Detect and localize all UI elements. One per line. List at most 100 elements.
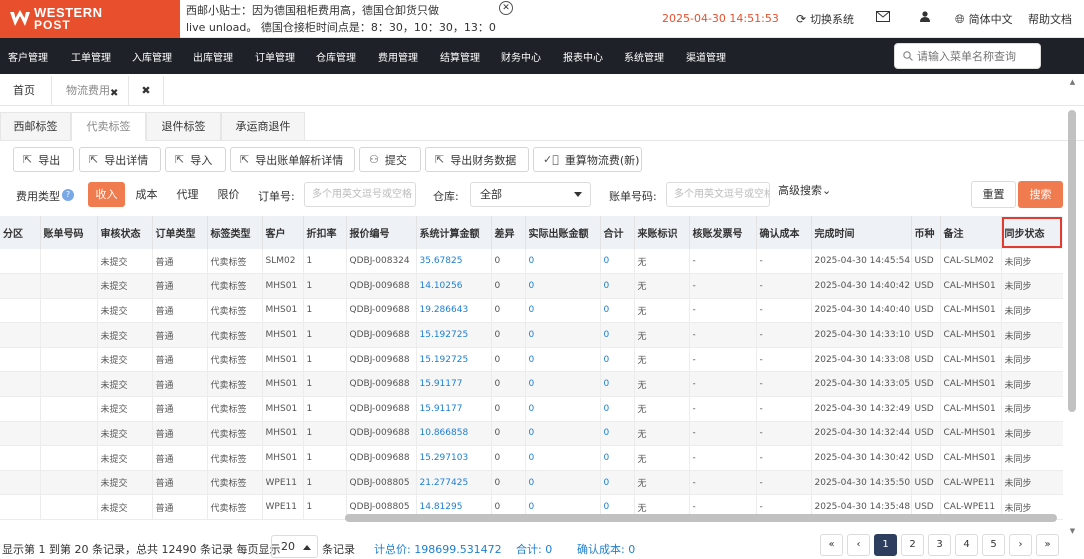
menu-item-report[interactable]: 报表中心 <box>563 49 603 64</box>
table-cell[interactable]: 0 <box>525 396 601 422</box>
table-cell[interactable]: 0 <box>525 298 601 324</box>
table-cell[interactable]: 0 <box>600 421 635 447</box>
column-header[interactable]: 报价编号 <box>346 216 417 249</box>
table-cell[interactable]: 21.277425 <box>416 470 492 496</box>
table-cell[interactable]: 0 <box>525 470 601 496</box>
prev-page-button[interactable]: ‹ <box>847 534 870 556</box>
table-row[interactable]: 未提交 普通 代卖标签 MHS01 1 QDBJ-009688 15.91177 0 0 0 无 - -… <box>0 396 1063 422</box>
search-button[interactable]: 搜索 <box>1018 181 1063 208</box>
menu-item-warehouse[interactable]: 仓库管理 <box>316 49 356 64</box>
vertical-scrollbar[interactable] <box>1068 110 1076 412</box>
export-button[interactable]: ⇱ 导出 <box>13 147 74 172</box>
table-cell[interactable]: 0 <box>525 347 601 373</box>
warehouse-select[interactable]: 全部 <box>470 182 591 207</box>
table-cell[interactable]: 0 <box>600 298 635 324</box>
column-header[interactable]: 差异 <box>491 216 526 249</box>
column-header[interactable]: 客户 <box>262 216 304 249</box>
table-row[interactable]: 未提交 普通 代卖标签 MHS01 1 QDBJ-009688 15.192725 0 0 0 无 -… <box>0 347 1063 373</box>
last-page-button[interactable]: » <box>1036 534 1059 556</box>
fee-type-cost[interactable]: 成本 <box>129 182 164 207</box>
export-bill-parse-button[interactable]: ⇱ 导出账单解析详情 <box>230 147 355 172</box>
switch-system-button[interactable]: ⟳ 切换系统 <box>796 11 854 27</box>
menu-item-inbound[interactable]: 入库管理 <box>132 49 172 64</box>
menu-item-customer[interactable]: 客户管理 <box>8 49 48 64</box>
page-1-button[interactable]: 1 <box>874 534 897 556</box>
subtab-carrier-return[interactable]: 承运商退件 <box>221 112 305 141</box>
column-header[interactable]: 同步状态 <box>1001 216 1063 249</box>
scroll-up-icon[interactable]: ▲ <box>1068 78 1077 86</box>
table-row[interactable]: 未提交 普通 代卖标签 MHS01 1 QDBJ-009688 15.297103 0 0 0 无 -… <box>0 445 1063 471</box>
fee-type-agent[interactable]: 代理 <box>170 182 205 207</box>
column-header[interactable]: 合计 <box>600 216 635 249</box>
help-icon[interactable]: ? <box>62 189 74 201</box>
menu-item-finance[interactable]: 财务中心 <box>501 49 541 64</box>
menu-item-workorder[interactable]: 工单管理 <box>71 49 111 64</box>
column-header[interactable]: 审核状态 <box>97 216 153 249</box>
table-cell[interactable]: 0 <box>600 445 635 471</box>
advanced-search-toggle[interactable]: 高级搜索⌄ <box>778 182 831 198</box>
table-row[interactable]: 未提交 普通 代卖标签 SLM02 1 QDBJ-008324 35.67825 0 0 0 无 - -… <box>0 249 1063 275</box>
menu-item-settlement[interactable]: 结算管理 <box>440 49 480 64</box>
table-row[interactable]: 未提交 普通 代卖标签 MHS01 1 QDBJ-009688 14.10256 0 0 0 无 - -… <box>0 273 1063 299</box>
column-header[interactable]: 确认成本 <box>756 216 812 249</box>
table-cell[interactable]: 0 <box>600 371 635 398</box>
table-cell[interactable]: 10.866858 <box>416 421 492 447</box>
table-cell[interactable]: 0 <box>600 396 635 422</box>
table-row[interactable]: 未提交 普通 代卖标签 MHS01 1 QDBJ-009688 19.286643 0 0 0 无 -… <box>0 298 1063 324</box>
page-5-button[interactable]: 5 <box>982 534 1005 556</box>
fee-type-income[interactable]: 收入 <box>88 182 125 207</box>
table-cell[interactable]: 14.10256 <box>416 273 492 299</box>
table-cell[interactable]: 19.286643 <box>416 298 492 324</box>
table-cell[interactable]: 15.91177 <box>416 396 492 422</box>
close-all-tabs-button[interactable]: ✖ <box>129 76 164 106</box>
column-header[interactable]: 账单号码 <box>40 216 98 249</box>
page-2-button[interactable]: 2 <box>901 534 924 556</box>
user-button[interactable] <box>920 11 930 22</box>
table-cell[interactable]: 0 <box>600 347 635 373</box>
subtab-resale-label[interactable]: 代卖标签 <box>71 112 146 141</box>
table-cell[interactable]: 0 <box>600 470 635 496</box>
menu-search-input[interactable] <box>917 49 1035 63</box>
page-4-button[interactable]: 4 <box>955 534 978 556</box>
column-header[interactable]: 系统计算金额 <box>416 216 492 249</box>
fee-type-limit[interactable]: 限价 <box>211 182 246 207</box>
table-cell[interactable]: 15.192725 <box>416 322 492 348</box>
column-header[interactable]: 完成时间 <box>811 216 912 249</box>
subtab-return-label[interactable]: 退件标签 <box>146 112 221 141</box>
help-docs-link[interactable]: 帮助文档 <box>1028 11 1072 27</box>
recalc-freight-button[interactable]: ✓⃝ 重算物流费(新) <box>533 147 642 172</box>
table-cell[interactable]: 15.192725 <box>416 347 492 373</box>
scroll-down-icon[interactable]: ▼ <box>1068 527 1077 535</box>
table-row[interactable]: 未提交 普通 代卖标签 MHS01 1 QDBJ-009688 15.91177 0 0 0 无 - -… <box>0 371 1063 398</box>
import-button[interactable]: ⇱ 导入 <box>165 147 226 172</box>
menu-item-outbound[interactable]: 出库管理 <box>193 49 233 64</box>
table-cell[interactable]: 0 <box>525 445 601 471</box>
order-no-input[interactable]: 多个用英文逗号或空格 <box>304 182 416 207</box>
table-cell[interactable]: 15.297103 <box>416 445 492 471</box>
table-cell[interactable]: 0 <box>600 273 635 299</box>
next-page-button[interactable]: › <box>1009 534 1032 556</box>
column-header[interactable]: 来账标识 <box>634 216 690 249</box>
export-detail-button[interactable]: ⇱ 导出详情 <box>79 147 161 172</box>
tab-logistics-fee[interactable]: 物流费用 ✖ <box>52 76 129 106</box>
column-header[interactable]: 分区 <box>0 216 41 249</box>
column-header[interactable]: 核账发票号 <box>689 216 757 249</box>
mail-button[interactable] <box>876 11 890 22</box>
column-header[interactable]: 折扣率 <box>303 216 347 249</box>
table-cell[interactable]: 15.91177 <box>416 371 492 398</box>
column-header[interactable]: 币种 <box>911 216 941 249</box>
bill-no-input[interactable]: 多个用英文逗号或空格 <box>666 182 770 207</box>
horizontal-scrollbar[interactable] <box>345 514 1057 522</box>
table-row[interactable]: 未提交 普通 代卖标签 WPE11 1 QDBJ-008805 21.277425 0 0 0 无 -… <box>0 470 1063 496</box>
tab-home[interactable]: 首页 <box>0 76 52 106</box>
table-cell[interactable]: 0 <box>525 249 601 275</box>
menu-search-box[interactable] <box>894 43 1041 69</box>
table-cell[interactable]: 35.67825 <box>416 249 492 275</box>
table-cell[interactable]: 0 <box>525 322 601 348</box>
reset-button[interactable]: 重置 <box>971 181 1016 208</box>
table-cell[interactable]: 0 <box>525 421 601 447</box>
table-row[interactable]: 未提交 普通 代卖标签 MHS01 1 QDBJ-009688 10.866858 0 0 0 无 -… <box>0 421 1063 447</box>
menu-item-fee[interactable]: 费用管理 <box>378 49 418 64</box>
column-header[interactable]: 备注 <box>940 216 1002 249</box>
submit-button[interactable]: ⚇ 提交 <box>359 147 421 172</box>
